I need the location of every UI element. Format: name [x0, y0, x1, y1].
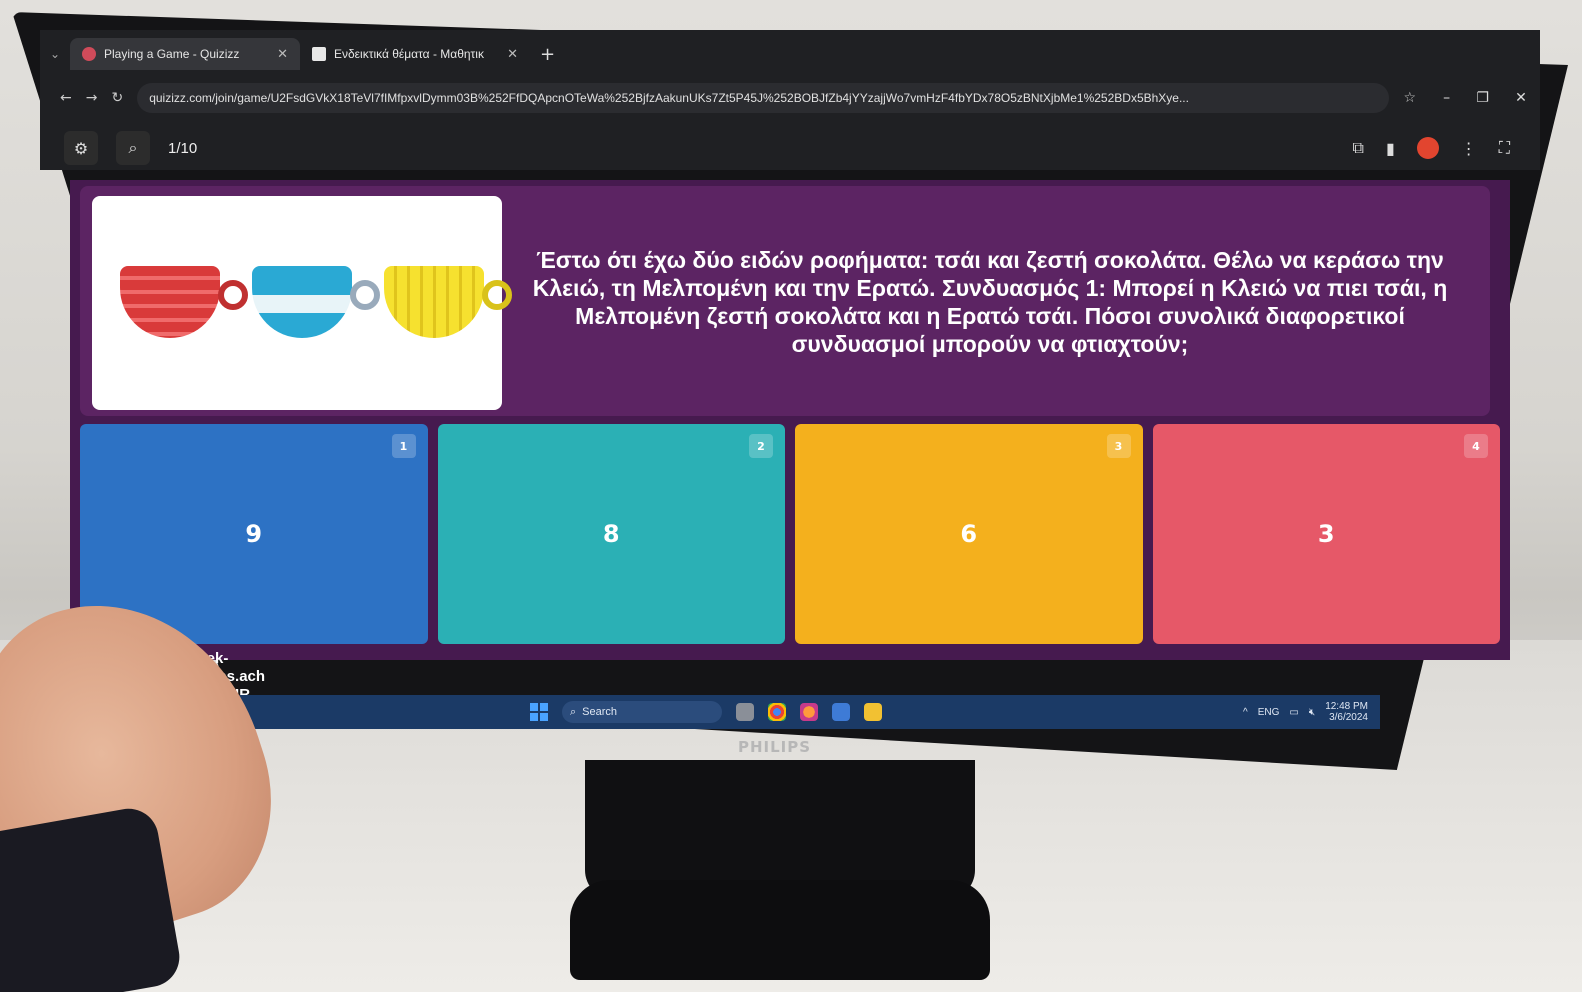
fullscreen-icon[interactable]: ⛶ — [1499, 138, 1510, 158]
tab-title: Ενδεικτικά θέματα - Μαθητικ — [334, 47, 484, 61]
answer-number: 2 — [749, 434, 773, 458]
profile-avatar[interactable] — [1416, 137, 1439, 159]
screen: ⌄ Playing a Game - Quizizz ✕ Ενδεικτικά … — [40, 30, 1540, 730]
task-view-icon[interactable] — [736, 703, 754, 721]
back-arrow-icon[interactable]: ← — [60, 90, 72, 106]
answer-option-3[interactable]: 3 6 — [795, 424, 1143, 644]
answer-number: 4 — [1464, 434, 1488, 458]
browser-extensions: ⧉ ▮ ⋮ ⛶ — [1353, 137, 1540, 159]
answer-number: 1 — [391, 434, 416, 458]
answer-value: 3 — [1317, 520, 1335, 548]
answer-number: 3 — [1106, 434, 1131, 458]
firefox-icon[interactable] — [800, 703, 818, 721]
new-tab-icon[interactable]: + — [530, 44, 555, 65]
answer-option-4[interactable]: 4 3 — [1152, 424, 1500, 644]
monitor-stand-neck — [585, 760, 975, 900]
answer-option-2[interactable]: 2 8 — [437, 424, 785, 644]
clock[interactable]: 12:48 PM 3/6/2024 — [1325, 701, 1368, 723]
chrome-icon[interactable] — [768, 703, 786, 721]
taskbar-search[interactable]: ⌕ Search — [562, 701, 722, 723]
url-text: quizizz.com/join/game/U2FsdGVkX18TeVl7fI… — [149, 91, 1189, 105]
blue-cup-illustration — [252, 266, 380, 338]
quizizz-favicon-icon — [82, 47, 96, 61]
kebab-menu-icon[interactable]: ⋮ — [1461, 139, 1477, 158]
close-window-icon[interactable]: ✕ — [1515, 90, 1527, 106]
taskbar-center: ⌕ Search — [530, 701, 882, 723]
bookmark-star-icon[interactable]: ☆ — [1403, 90, 1416, 106]
network-icon[interactable]: ▭ — [1289, 707, 1298, 718]
document-favicon-icon — [312, 47, 326, 61]
monitor-stand-base — [570, 880, 990, 980]
file-explorer-icon[interactable] — [864, 703, 882, 721]
restore-icon[interactable]: ❐ — [1476, 90, 1489, 106]
answer-value: 6 — [960, 520, 978, 548]
quiz-area: Έστω ότι έχω δύο ειδών ροφήματα: τσάι κα… — [70, 180, 1510, 660]
search-icon: ⌕ — [570, 705, 577, 718]
question-text: Έστω ότι έχω δύο ειδών ροφήματα: τσάι κα… — [532, 247, 1448, 357]
search-placeholder: Search — [582, 706, 618, 718]
tab-title: Playing a Game - Quizizz — [104, 47, 240, 61]
monitor-brand: PHILIPS — [738, 738, 812, 756]
question-counter: 1/10 — [168, 139, 198, 157]
windows-taskbar: 17°C Ηλιοφάνεια ⌕ Search ^ ENG ▭ 🔇︎ 12:4… — [150, 695, 1380, 729]
reload-icon[interactable]: ↻ — [111, 90, 123, 106]
answer-options: 1 9 2 8 3 6 4 3 — [80, 424, 1500, 644]
question-card: Έστω ότι έχω δύο ειδών ροφήματα: τσάι κα… — [80, 186, 1490, 416]
system-tray: ^ ENG ▭ 🔇︎ 12:48 PM 3/6/2024 — [1243, 701, 1380, 723]
tab-search-chevron-icon[interactable]: ⌄ — [40, 47, 70, 61]
side-panel-icon[interactable]: ▮ — [1386, 139, 1395, 158]
clock-date: 3/6/2024 — [1329, 712, 1368, 723]
window-controls: – ❐ ✕ — [1430, 90, 1540, 106]
windows-start-icon[interactable] — [530, 703, 548, 721]
volume-muted-icon[interactable]: 🔇︎ — [1309, 707, 1315, 718]
question-image — [92, 196, 512, 410]
language-indicator[interactable]: ENG — [1258, 707, 1280, 718]
address-row: ← → ↻ quizizz.com/join/game/U2FsdGVkX18T… — [40, 78, 1540, 118]
quiz-toolbar: ⚙ ⌕ 1/10 ⧉ ▮ ⋮ ⛶ — [40, 126, 1540, 170]
red-cup-illustration — [120, 266, 248, 338]
answer-value: 9 — [245, 520, 263, 548]
zoom-icon[interactable]: ⌕ — [116, 131, 150, 165]
tab-themes[interactable]: Ενδεικτικά θέματα - Μαθητικ ✕ — [300, 38, 530, 70]
extensions-puzzle-icon[interactable]: ⧉ — [1353, 138, 1364, 158]
tab-quizizz[interactable]: Playing a Game - Quizizz ✕ — [70, 38, 300, 70]
minimize-icon[interactable]: – — [1443, 90, 1450, 106]
clock-time: 12:48 PM — [1325, 701, 1368, 712]
tab-strip: ⌄ Playing a Game - Quizizz ✕ Ενδεικτικά … — [40, 36, 555, 72]
chevron-up-icon[interactable]: ^ — [1243, 707, 1248, 718]
close-tab-icon[interactable]: ✕ — [277, 46, 288, 62]
editor-app-icon[interactable] — [832, 703, 850, 721]
yellow-cup-illustration — [384, 266, 512, 338]
close-tab-icon[interactable]: ✕ — [507, 46, 518, 62]
address-bar[interactable]: quizizz.com/join/game/U2FsdGVkX18TeVl7fI… — [137, 83, 1390, 113]
forward-arrow-icon[interactable]: → — [86, 90, 98, 106]
browser-chrome: ⌄ Playing a Game - Quizizz ✕ Ενδεικτικά … — [40, 30, 1540, 170]
answer-value: 8 — [602, 520, 620, 548]
presenter-sleeve — [0, 804, 185, 992]
settings-gear-icon[interactable]: ⚙ — [64, 131, 98, 165]
